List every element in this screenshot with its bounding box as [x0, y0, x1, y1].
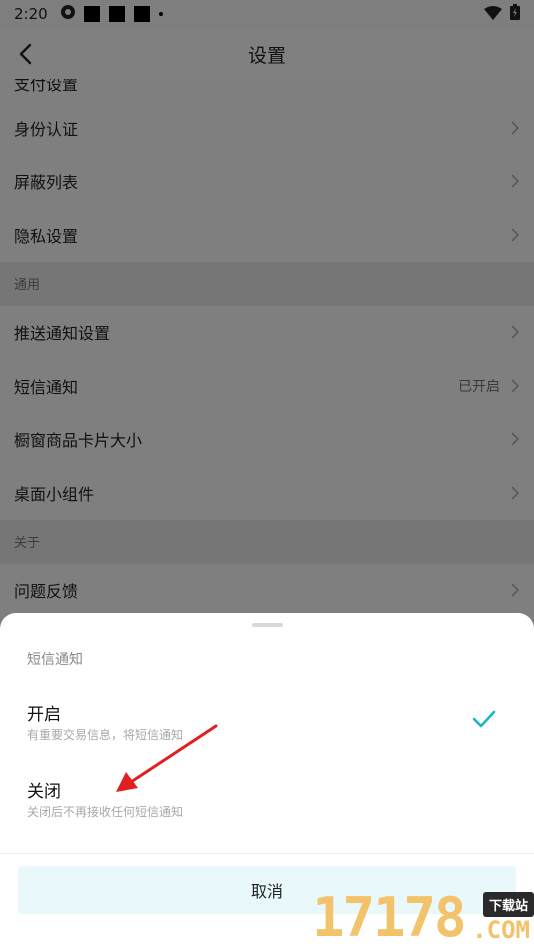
settings-row-label: 屏蔽列表 [14, 173, 79, 193]
chevron-right-icon [511, 174, 520, 188]
settings-list: 支付设置 身份认证 屏蔽列表 隐私设置 通用 推送通知设置 短信通知 已开启 橱… [0, 79, 534, 617]
chevron-right-icon [511, 486, 520, 500]
watermark-digits: 17178 [312, 886, 467, 949]
site-watermark-logo: 17178 下载站 .COM [312, 888, 534, 950]
notification-icon [108, 5, 125, 22]
settings-row-label: 问题反馈 [14, 582, 79, 602]
wifi-icon [484, 5, 502, 24]
settings-gear-status-icon [60, 4, 76, 24]
sheet-divider [0, 853, 534, 854]
settings-row-label: 桌面小组件 [14, 484, 95, 504]
settings-row-label: 短信通知 [14, 377, 79, 397]
chevron-right-icon [511, 379, 520, 393]
settings-row-label: 推送通知设置 [14, 324, 111, 344]
settings-row-value: 已开启 [458, 378, 500, 395]
option-enable[interactable]: 开启 有重要交易信息，将短信通知 [0, 700, 534, 772]
settings-row-label: 支付设置 [14, 79, 79, 94]
app-header: 设置 [0, 27, 534, 79]
chevron-right-icon [511, 432, 520, 446]
chevron-right-icon [511, 228, 520, 242]
status-bar: 2:20 [0, 0, 534, 27]
status-time: 2:20 [14, 4, 48, 23]
sheet-drag-handle[interactable] [252, 623, 283, 627]
battery-icon [510, 4, 520, 24]
annotation-arrow-icon [116, 724, 218, 792]
option-label: 开启 [27, 705, 61, 725]
settings-row-partial[interactable]: 支付设置 [0, 79, 534, 101]
option-label: 关闭 [27, 782, 61, 802]
section-header-general: 通用 [0, 261, 534, 306]
settings-row-showcase-card-size[interactable]: 橱窗商品卡片大小 [0, 412, 534, 466]
notification-icon [133, 5, 150, 22]
more-notifications-dot-icon [158, 11, 163, 16]
option-description: 关闭后不再接收任何短信通知 [27, 805, 184, 819]
chevron-right-icon [511, 583, 520, 597]
option-disable[interactable]: 关闭 关闭后不再接收任何短信通知 [0, 777, 534, 849]
notification-icon [83, 5, 100, 22]
settings-row-push-notifications[interactable]: 推送通知设置 [0, 305, 534, 359]
watermark-badge: 下载站 [482, 892, 534, 917]
watermark-domain: .COM [472, 916, 530, 944]
settings-row-sms-notifications[interactable]: 短信通知 已开启 [0, 359, 534, 413]
settings-row-identity[interactable]: 身份认证 [0, 101, 534, 155]
settings-row-blocklist[interactable]: 屏蔽列表 [0, 154, 534, 208]
settings-row-privacy[interactable]: 隐私设置 [0, 208, 534, 262]
sheet-title: 短信通知 [27, 652, 83, 668]
chevron-right-icon [511, 325, 520, 339]
settings-row-desktop-widget[interactable]: 桌面小组件 [0, 466, 534, 520]
settings-row-label: 橱窗商品卡片大小 [14, 431, 143, 451]
settings-row-label: 身份认证 [14, 119, 79, 139]
settings-row-feedback[interactable]: 问题反馈 [0, 563, 534, 617]
check-icon [472, 710, 496, 728]
page-title: 设置 [247, 45, 286, 67]
chevron-right-icon [511, 121, 520, 135]
section-header-about: 关于 [0, 519, 534, 564]
settings-row-label: 隐私设置 [14, 226, 79, 246]
